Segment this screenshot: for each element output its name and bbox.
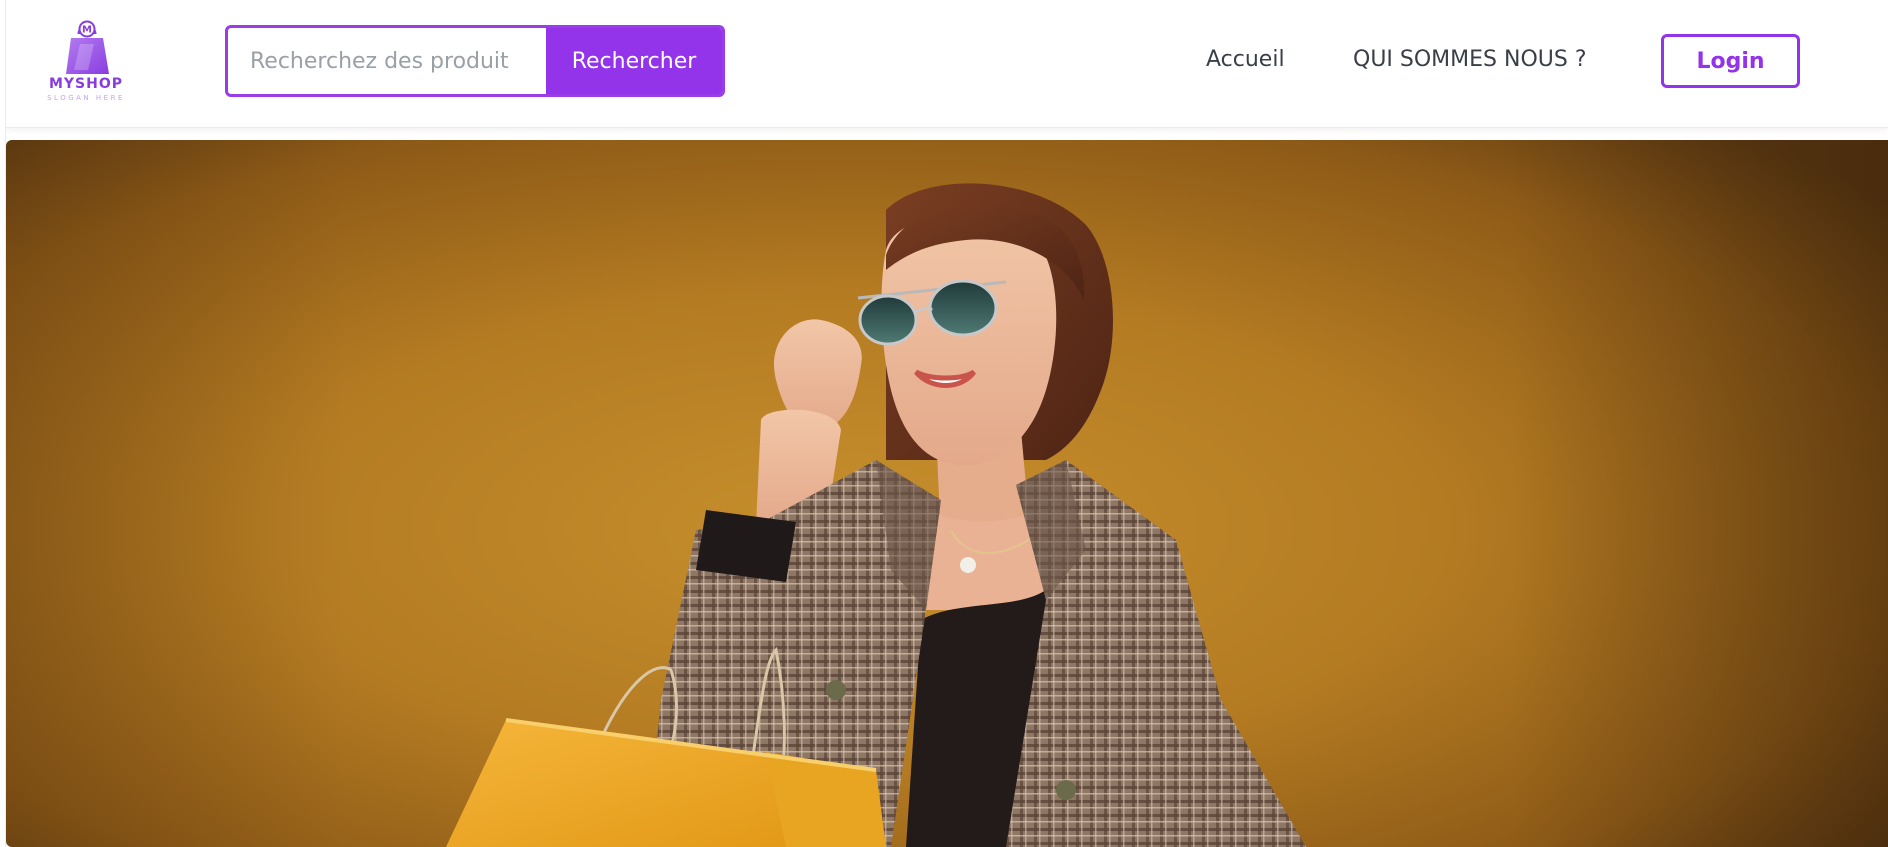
shopping-bag-icon: M [66,20,109,74]
window-edge [0,0,6,847]
nav-link-accueil[interactable]: Accueil [1206,47,1285,72]
brand-logo[interactable]: M MYSHOP SLOGAN HERE [34,20,138,106]
model-figure [446,183,1306,847]
search-button[interactable]: Rechercher [546,28,722,94]
site-header: M MYSHOP SLOGAN HERE Rechercher Accueil … [6,0,1888,128]
search-form: Rechercher [225,25,725,97]
hero-image [446,183,1306,847]
brand-slogan: SLOGAN HERE [47,94,125,102]
search-input[interactable] [228,28,546,94]
brand-name: MYSHOP [48,76,124,92]
hero-banner [6,140,1888,847]
page: M MYSHOP SLOGAN HERE Rechercher Accueil … [0,0,1888,847]
login-button[interactable]: Login [1661,34,1800,88]
logo-letter: M [82,25,92,36]
nav-link-qui-sommes-nous[interactable]: QUI SOMMES NOUS ? [1353,47,1587,72]
